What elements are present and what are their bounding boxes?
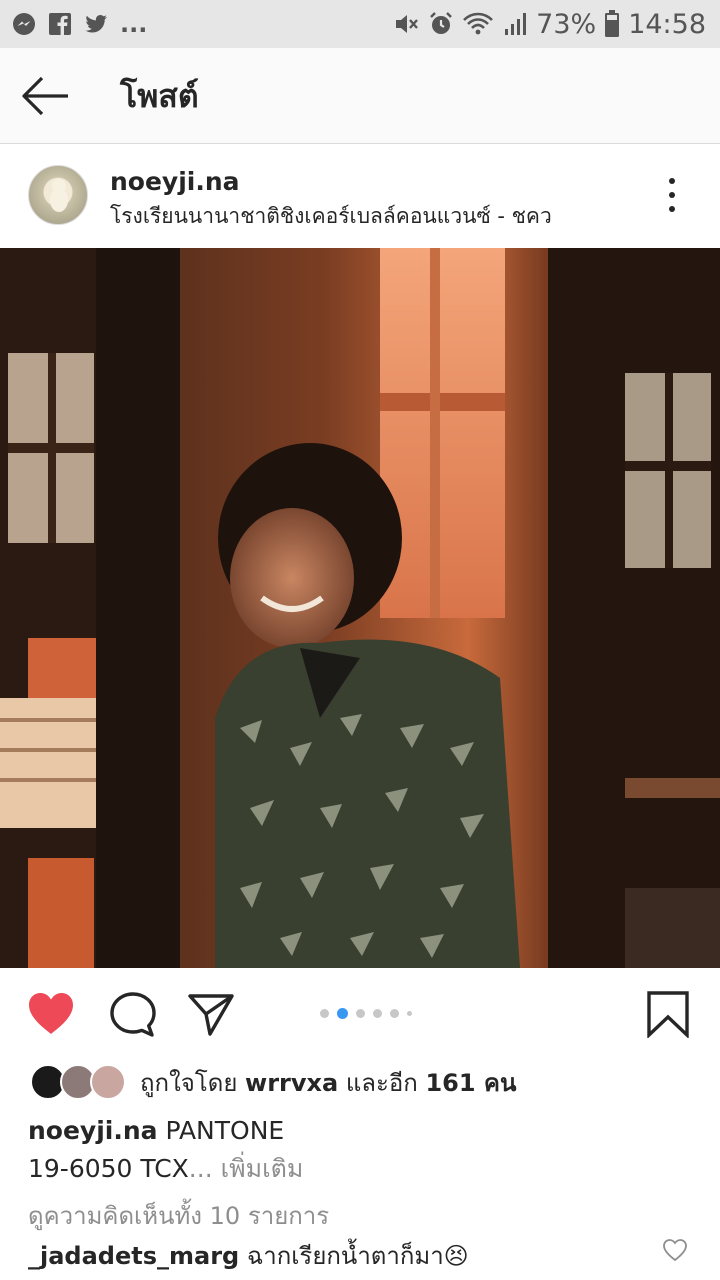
carousel-dot — [356, 1009, 365, 1018]
back-arrow-icon[interactable] — [20, 72, 72, 120]
post-username[interactable]: noeyji.na — [110, 167, 240, 196]
post-header: noeyji.na โรงเรียนนานาชาติชิงเคอร์เบลล์ค… — [0, 145, 720, 247]
caption-username[interactable]: noeyji.na — [28, 1116, 158, 1145]
caption-text-line2: 19-6050 TCX — [28, 1154, 189, 1183]
signal-icon — [505, 13, 527, 35]
caption-ellipsis: ... — [188, 1154, 221, 1183]
mute-icon — [396, 15, 419, 33]
caption-text: PANTONE — [157, 1116, 285, 1145]
photo-image — [0, 248, 720, 968]
clock: 14:58 — [628, 8, 706, 40]
app-header: โพสต์ — [0, 48, 720, 144]
more-options-icon[interactable] — [660, 175, 684, 215]
wifi-icon — [463, 12, 494, 35]
notification-icons: ... — [12, 10, 147, 38]
system-status-icons: 73% 14:58 — [394, 8, 706, 40]
likes-row[interactable]: ถูกใจโดย wrrvxa และอีก 161 คน — [30, 1062, 516, 1102]
comment-icon[interactable] — [108, 990, 158, 1038]
facebook-icon — [49, 13, 71, 36]
post-photo[interactable] — [0, 248, 720, 968]
messenger-icon — [13, 13, 35, 35]
likes-count[interactable]: 161 คน — [425, 1069, 516, 1097]
carousel-dot — [373, 1009, 382, 1018]
battery-percent: 73% — [536, 8, 597, 40]
avatar[interactable] — [28, 165, 88, 225]
alarm-icon — [430, 12, 453, 34]
twitter-icon — [85, 15, 107, 33]
like-heart-icon[interactable] — [26, 990, 76, 1038]
likes-text: ถูกใจโดย wrrvxa และอีก 161 คน — [140, 1063, 516, 1102]
carousel-dot — [390, 1009, 399, 1018]
carousel-dot — [320, 1009, 329, 1018]
carousel-indicator — [320, 1008, 412, 1019]
bookmark-icon[interactable] — [646, 990, 690, 1038]
more-notifications: ... — [120, 10, 148, 38]
liker-avatar — [90, 1064, 126, 1100]
caption-more-link[interactable]: เพิ่มเติม — [221, 1154, 304, 1183]
avatar-figure — [50, 179, 68, 212]
post-location[interactable]: โรงเรียนนานาชาติชิงเคอร์เบลล์คอนแวนซ์ - … — [110, 200, 552, 233]
carousel-dot-active — [337, 1008, 348, 1019]
status-bar: ... 73% 14:58 — [0, 0, 720, 48]
comment-username[interactable]: _jadadets_marg — [28, 1242, 239, 1270]
view-all-comments-link[interactable]: ดูความคิดเห็นทั้ง 10 รายการ — [28, 1196, 329, 1235]
liker-avatars — [30, 1063, 130, 1101]
carousel-dot — [407, 1011, 412, 1016]
share-icon[interactable] — [186, 990, 236, 1038]
liked-by-user[interactable]: wrrvxa — [245, 1069, 338, 1097]
post-caption: noeyji.na PANTONE 19-6050 TCX... เพิ่มเต… — [28, 1112, 688, 1188]
comment-item: _jadadets_marg ฉากเรียกน้ำตาก็มา😣 — [28, 1236, 469, 1275]
comment-like-icon[interactable] — [662, 1238, 688, 1262]
page-title: โพสต์ — [120, 77, 199, 115]
likes-and: และอีก — [338, 1068, 426, 1097]
likes-prefix: ถูกใจโดย — [140, 1068, 246, 1097]
comment-text: ฉากเรียกน้ำตาก็มา😣 — [239, 1242, 469, 1270]
battery-icon — [605, 10, 620, 37]
